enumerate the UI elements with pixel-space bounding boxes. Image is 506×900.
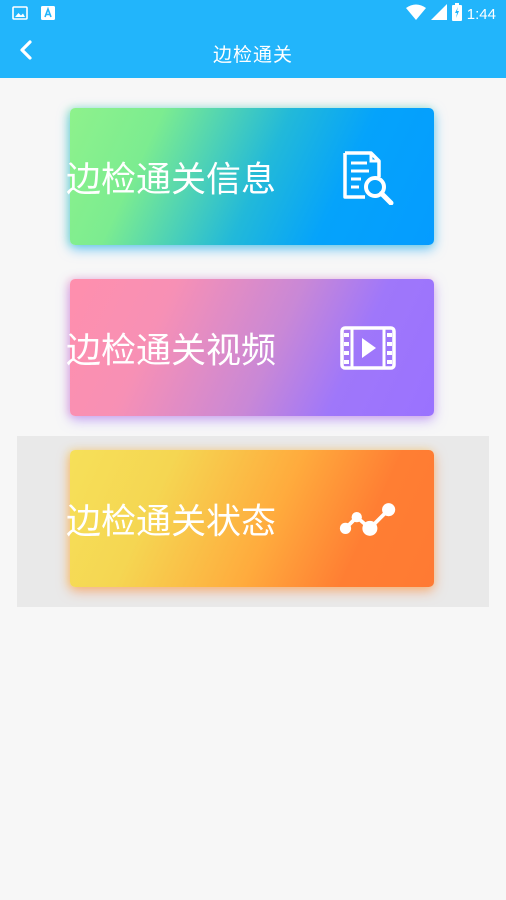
card-label: 边检通关信息 [66, 160, 277, 200]
card-label: 边检通关视频 [66, 331, 277, 371]
signal-icon [430, 4, 447, 24]
card-label: 边检通关状态 [66, 502, 277, 542]
video-film-icon [338, 318, 398, 378]
border-clearance-info-card[interactable]: 边检通关信息 [66, 108, 434, 245]
status-bar-notifications [12, 5, 56, 25]
status-bar: 1:44 [0, 0, 506, 26]
border-clearance-status-card[interactable]: 边检通关状态 [66, 450, 434, 587]
page-title: 边检通关 [212, 44, 293, 66]
line-chart-icon [338, 489, 398, 549]
app-bar: 边检通关 [0, 26, 506, 78]
battery-icon [451, 3, 462, 25]
border-clearance-video-card[interactable]: 边检通关视频 [66, 279, 434, 416]
wifi-icon [405, 4, 426, 24]
document-search-icon [338, 147, 398, 207]
status-time: 1:44 [466, 5, 496, 23]
status-bar-system: 1:44 [405, 3, 496, 25]
image-icon [12, 5, 28, 25]
font-icon [40, 5, 56, 25]
